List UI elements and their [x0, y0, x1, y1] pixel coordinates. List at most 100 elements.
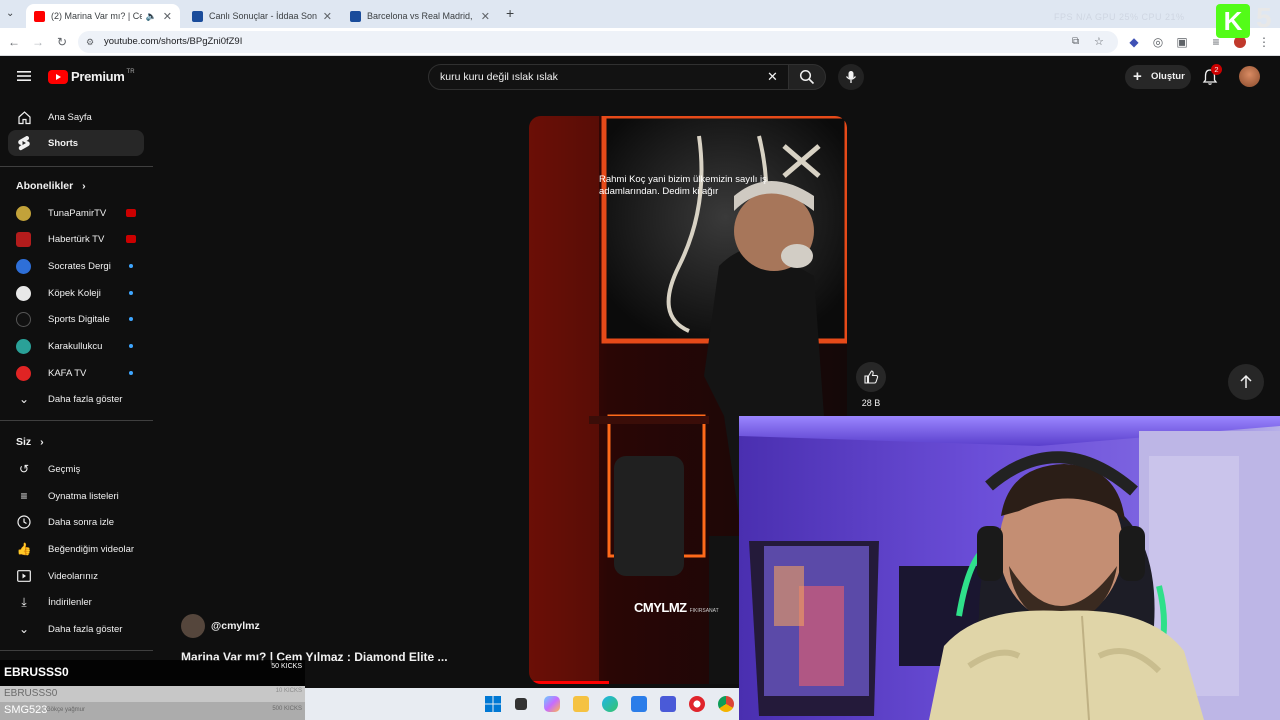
- new-content-dot-icon: [129, 344, 133, 348]
- divider: [0, 420, 153, 421]
- plus-icon: +: [1133, 68, 1142, 85]
- arrow-up-icon: [1240, 374, 1252, 388]
- sidebar-item-subscription[interactable]: KAFA TV: [8, 360, 144, 386]
- close-tab-icon[interactable]: ✕: [323, 10, 332, 23]
- sidebar-item-label: Geçmiş: [48, 463, 81, 475]
- previous-short-button[interactable]: [1228, 364, 1264, 400]
- sidebar-item-subscription[interactable]: TunaPamirTV: [8, 200, 144, 226]
- account-avatar[interactable]: [1239, 66, 1260, 87]
- thumbs-up-icon: [864, 370, 879, 384]
- download-icon: ⤓: [21, 594, 27, 609]
- kick-amount: 50 KICKS: [271, 663, 302, 670]
- sidebar-item-your-videos[interactable]: Videolarınız: [8, 563, 144, 589]
- app-icon[interactable]: [660, 696, 676, 712]
- create-button[interactable]: + Oluştur: [1125, 65, 1191, 89]
- task-view-icon[interactable]: [515, 698, 527, 710]
- channel-info[interactable]: @cmylmz: [181, 614, 260, 638]
- site-favicon-icon: [350, 10, 361, 22]
- sidebar-item-label: Videolarınız: [48, 570, 98, 582]
- video-icon: [16, 568, 32, 584]
- extension-icon[interactable]: ◎: [1150, 34, 1166, 50]
- shorts-icon: [16, 135, 32, 151]
- close-tab-icon[interactable]: ✕: [163, 10, 172, 23]
- extensions-puzzle-icon[interactable]: ▣: [1174, 34, 1190, 50]
- clear-search-icon[interactable]: ✕: [767, 65, 778, 89]
- extension-icon[interactable]: ◆: [1126, 34, 1142, 50]
- kick-row: SMG523 Gökçe yağmur 500 KICKS: [0, 702, 305, 720]
- sidebar-item-home[interactable]: Ana Sayfa: [8, 104, 144, 130]
- channel-avatar: [16, 205, 31, 221]
- opera-icon[interactable]: [689, 696, 705, 712]
- tab-search-icon[interactable]: ⌄: [6, 8, 20, 22]
- tab-title: Barcelona vs Real Madrid, 11.0: [367, 11, 475, 21]
- kick-amount: 500 KICKS: [272, 706, 302, 712]
- sidebar-item-liked-videos[interactable]: 👍 Beğendiğim videolar: [8, 536, 144, 562]
- sidebar-item-subscription[interactable]: Socrates Dergi: [8, 253, 144, 279]
- subscriptions-header[interactable]: Abonelikler ›: [16, 180, 86, 192]
- bookmark-star-icon[interactable]: ☆: [1094, 31, 1104, 53]
- channel-avatar: [16, 285, 31, 301]
- tab-barcelona[interactable]: Barcelona vs Real Madrid, 11.0 ✕: [342, 4, 498, 28]
- menu-kebab-icon[interactable]: ⋮: [1256, 34, 1272, 50]
- sidebar-item-subscription[interactable]: Habertürk TV: [8, 226, 144, 252]
- kick-sub: Gökçe yağmur: [46, 707, 86, 713]
- new-content-dot-icon: [129, 264, 133, 268]
- logo-country: TR: [126, 68, 135, 75]
- sidebar-item-label: İndirilenler: [48, 596, 92, 608]
- show-more-subscriptions[interactable]: ⌄ Daha fazla göster: [8, 386, 144, 412]
- chrome-icon[interactable]: [718, 696, 734, 712]
- sidebar: Ana Sayfa Shorts Abonelikler › TunaPamir…: [0, 100, 153, 660]
- channel-avatar: [16, 258, 31, 274]
- address-bar[interactable]: ⚙ youtube.com/shorts/BPgZni0fZ9I ⧉ ☆: [78, 31, 1118, 53]
- sidebar-item-watch-later[interactable]: Daha sonra izle: [8, 509, 144, 535]
- sidebar-item-history[interactable]: ↺ Geçmiş: [8, 456, 144, 482]
- you-header[interactable]: Siz ›: [16, 436, 44, 448]
- kick-logo-icon: K: [1216, 4, 1250, 38]
- tab-youtube[interactable]: (2) Marina Var mı? | Cem Yılmaz 🔈 ✕: [26, 4, 180, 28]
- search-button[interactable]: [788, 64, 826, 90]
- search-icon: [799, 69, 815, 85]
- sidebar-item-shorts[interactable]: Shorts: [8, 130, 144, 156]
- kick-row: EBRUSSS0 50 KICKS: [0, 660, 305, 686]
- like-button[interactable]: [856, 362, 886, 392]
- sidebar-item-label: Sports Digitale: [48, 313, 110, 325]
- tab-title: (2) Marina Var mı? | Cem Yılmaz: [51, 11, 142, 21]
- install-icon[interactable]: ⧉: [1072, 31, 1079, 53]
- sidebar-item-downloads[interactable]: ⤓ İndirilenler: [8, 589, 144, 615]
- edge-icon[interactable]: [602, 696, 618, 712]
- notifications-bell-icon[interactable]: 2: [1202, 64, 1222, 86]
- hamburger-menu-icon[interactable]: [16, 68, 32, 84]
- copilot-icon[interactable]: [544, 696, 560, 712]
- back-icon[interactable]: ←: [6, 34, 22, 50]
- sidebar-item-playlists[interactable]: ≡ Oynatma listeleri: [8, 483, 144, 509]
- site-favicon-icon: [192, 10, 203, 22]
- show-more-you[interactable]: ⌄ Daha fazla göster: [8, 616, 144, 642]
- store-icon[interactable]: [631, 696, 647, 712]
- close-tab-icon[interactable]: ✕: [481, 10, 490, 23]
- forward-icon[interactable]: →: [30, 34, 46, 50]
- new-tab-button[interactable]: +: [506, 5, 514, 21]
- tab-title: Canlı Sonuçlar - İddaa Sonuçları: [209, 11, 317, 21]
- reload-icon[interactable]: ↻: [54, 34, 70, 50]
- sidebar-item-subscription[interactable]: Karakullukcu: [8, 333, 144, 359]
- watermark-text: CMYLMZ: [634, 600, 687, 615]
- sidebar-item-label: Habertürk TV: [48, 233, 105, 245]
- kick-logo-letter: K: [1223, 6, 1243, 36]
- kick-amount: 10 KICKS: [275, 688, 302, 694]
- voice-search-button[interactable]: [838, 64, 864, 90]
- home-icon: [16, 109, 32, 125]
- like-count: 28 B: [861, 398, 881, 408]
- speaker-icon[interactable]: 🔈: [146, 11, 157, 22]
- site-info-icon[interactable]: ⚙: [86, 31, 94, 53]
- file-explorer-icon[interactable]: [573, 696, 589, 712]
- tab-canli-sonuclar[interactable]: Canlı Sonuçlar - İddaa Sonuçları ✕: [184, 4, 340, 28]
- sidebar-item-label: TunaPamirTV: [48, 207, 107, 219]
- kick-user: EBRUSSS0: [4, 688, 58, 699]
- chevron-right-icon: ›: [40, 436, 44, 448]
- youtube-logo[interactable]: Premium TR: [48, 69, 135, 84]
- kick-user: EBRUSSS0: [4, 665, 69, 679]
- sidebar-item-subscription[interactable]: Köpek Koleji: [8, 280, 144, 306]
- sidebar-item-subscription[interactable]: Sports Digitale: [8, 306, 144, 332]
- search-input[interactable]: kuru kuru değil ıslak ıslak ✕: [428, 64, 790, 90]
- windows-start-icon[interactable]: [485, 696, 501, 712]
